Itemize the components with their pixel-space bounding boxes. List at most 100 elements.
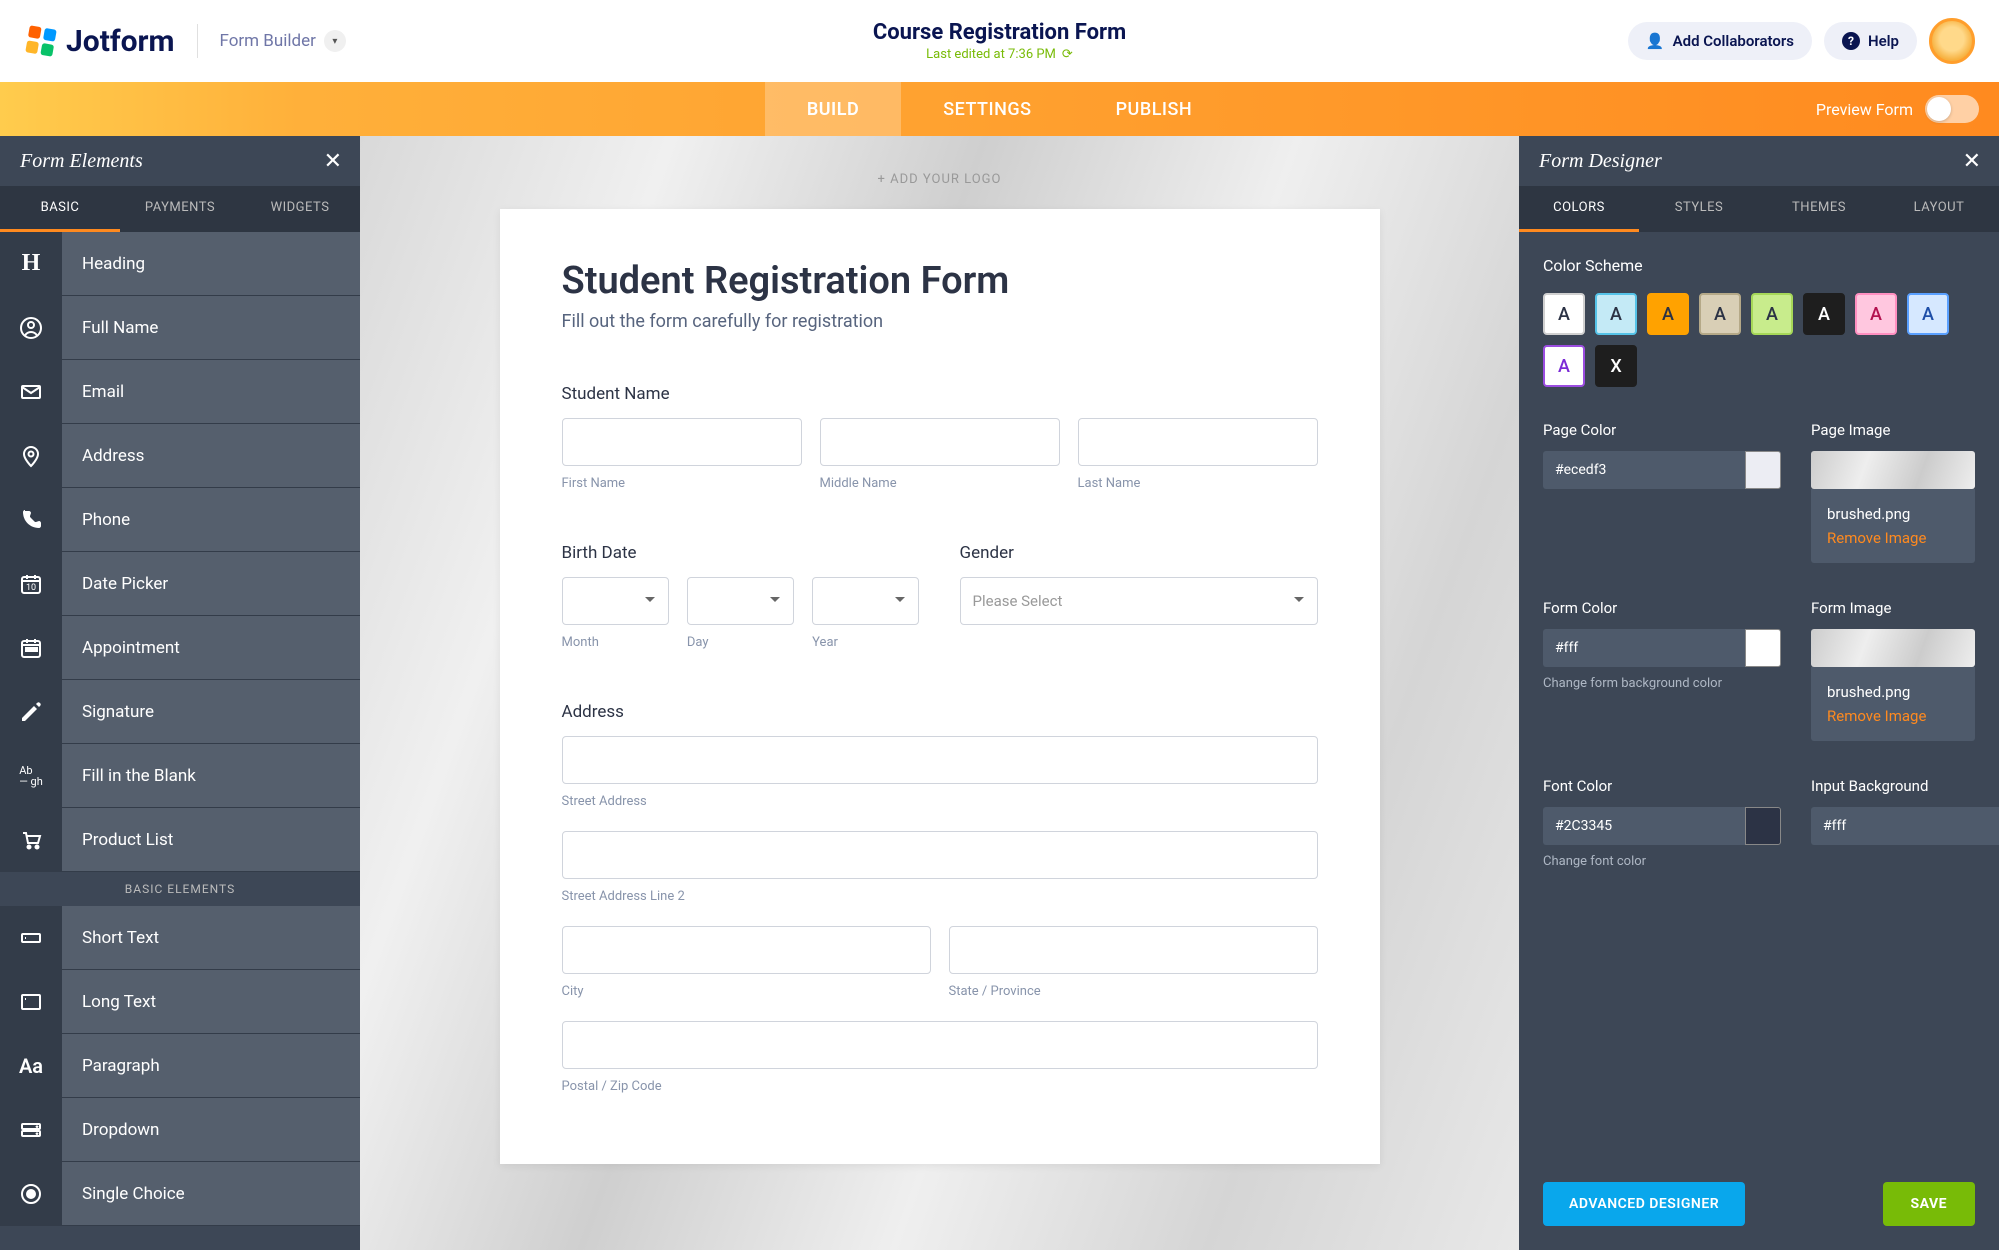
header-center: Course Registration Form Last edited at … — [873, 20, 1126, 62]
header-right: 👤 Add Collaborators ? Help — [1628, 18, 1975, 64]
q-address[interactable]: Address Street Address Street Address Li… — [562, 702, 1318, 1094]
element-item[interactable]: HHeading — [0, 232, 360, 296]
last-edit: Last edited at 7:36 PM ⟳ — [873, 47, 1126, 62]
element-item[interactable]: Dropdown — [0, 1098, 360, 1162]
logo-mark-icon — [24, 24, 58, 58]
color-swatch[interactable]: A — [1803, 293, 1845, 335]
element-item[interactable]: Address — [0, 424, 360, 488]
element-item[interactable]: Ab— ghFill in the Blank — [0, 744, 360, 808]
color-swatch[interactable]: A — [1595, 293, 1637, 335]
street-input[interactable] — [562, 736, 1318, 784]
element-item[interactable]: Long Text — [0, 970, 360, 1034]
element-item[interactable]: Signature — [0, 680, 360, 744]
short-icon — [0, 906, 62, 969]
gender-select[interactable]: Please Select — [960, 577, 1318, 625]
middle-name-input[interactable] — [820, 418, 1060, 466]
city-input[interactable] — [562, 926, 931, 974]
postal-input[interactable] — [562, 1021, 1318, 1069]
page-color-input[interactable] — [1543, 451, 1781, 489]
element-item[interactable]: Phone — [0, 488, 360, 552]
color-swatch[interactable]: A — [1543, 345, 1585, 387]
form-canvas[interactable]: + ADD YOUR LOGO Student Registration For… — [360, 136, 1519, 1250]
phone-icon — [0, 488, 62, 551]
remove-form-image[interactable]: Remove Image — [1827, 707, 1959, 725]
H-icon: H — [0, 232, 62, 295]
remove-page-image[interactable]: Remove Image — [1827, 529, 1959, 547]
month-select[interactable] — [562, 577, 669, 625]
form-card: Student Registration Form Fill out the f… — [500, 209, 1380, 1164]
avatar[interactable] — [1929, 18, 1975, 64]
cal-icon — [0, 616, 62, 679]
add-collaborators-button[interactable]: 👤 Add Collaborators — [1628, 22, 1812, 60]
close-icon[interactable]: ✕ — [324, 149, 342, 174]
tab-settings[interactable]: SETTINGS — [901, 82, 1073, 136]
left-tab-widgets[interactable]: WIDGETS — [240, 186, 360, 232]
q-birth-gender[interactable]: Birth Date Month Day Year Gender Please … — [562, 543, 1318, 650]
element-item[interactable]: 10Date Picker — [0, 552, 360, 616]
cart-icon — [0, 808, 62, 871]
sig-icon — [0, 680, 62, 743]
font-color-input[interactable] — [1543, 807, 1781, 845]
color-swatch[interactable]: A — [1699, 293, 1741, 335]
add-logo-button[interactable]: + ADD YOUR LOGO — [878, 160, 1002, 209]
element-item[interactable]: Appointment — [0, 616, 360, 680]
help-button[interactable]: ? Help — [1824, 22, 1917, 60]
form-image-preview[interactable] — [1811, 629, 1975, 667]
elements-list[interactable]: HHeadingFull NameEmailAddressPhone10Date… — [0, 232, 360, 1250]
date-icon: 10 — [0, 552, 62, 615]
brand-text: Jotform — [66, 24, 175, 59]
form-subheading[interactable]: Fill out the form carefully for registra… — [562, 311, 1318, 332]
right-tab-layout[interactable]: LAYOUT — [1879, 186, 1999, 232]
day-select[interactable] — [687, 577, 794, 625]
right-footer: ADVANCED DESIGNER SAVE — [1519, 1164, 1999, 1250]
page-image-preview[interactable] — [1811, 451, 1975, 489]
street2-input[interactable] — [562, 831, 1318, 879]
form-color-input[interactable] — [1543, 629, 1781, 667]
close-icon[interactable]: ✕ — [1963, 149, 1981, 174]
advanced-designer-button[interactable]: ADVANCED DESIGNER — [1543, 1182, 1745, 1226]
tab-build[interactable]: BUILD — [765, 82, 901, 136]
pin-icon — [0, 424, 62, 487]
year-select[interactable] — [812, 577, 919, 625]
page-title[interactable]: Course Registration Form — [873, 20, 1126, 45]
logo[interactable]: Jotform — [24, 24, 175, 59]
input-bg-input[interactable] — [1811, 807, 1999, 845]
build-tabs: BUILD SETTINGS PUBLISH Preview Form — [0, 82, 1999, 136]
left-tab-basic[interactable]: BASIC — [0, 186, 120, 232]
element-item[interactable]: Single Choice — [0, 1162, 360, 1226]
right-tabs: COLORS STYLES THEMES LAYOUT — [1519, 186, 1999, 232]
toggle-switch[interactable] — [1925, 95, 1979, 123]
color-chip[interactable] — [1745, 807, 1781, 845]
form-builder-dropdown[interactable]: Form Builder ▾ — [220, 30, 346, 52]
refresh-icon[interactable]: ⟳ — [1062, 47, 1073, 62]
color-swatch[interactable]: A — [1907, 293, 1949, 335]
element-item[interactable]: AaParagraph — [0, 1034, 360, 1098]
color-swatch[interactable]: A — [1543, 293, 1585, 335]
form-heading[interactable]: Student Registration Form — [562, 259, 1318, 303]
element-item[interactable]: Product List — [0, 808, 360, 872]
last-name-input[interactable] — [1078, 418, 1318, 466]
element-item[interactable]: Short Text — [0, 906, 360, 970]
long-icon — [0, 970, 62, 1033]
right-tab-themes[interactable]: THEMES — [1759, 186, 1879, 232]
element-item[interactable]: Full Name — [0, 296, 360, 360]
color-swatch[interactable]: X — [1595, 345, 1637, 387]
color-swatch[interactable]: A — [1855, 293, 1897, 335]
color-swatch[interactable]: A — [1751, 293, 1793, 335]
left-tab-payments[interactable]: PAYMENTS — [120, 186, 240, 232]
q-student-name[interactable]: Student Name First Name Middle Name Last… — [562, 384, 1318, 491]
color-chip[interactable] — [1745, 629, 1781, 667]
first-name-input[interactable] — [562, 418, 802, 466]
state-input[interactable] — [949, 926, 1318, 974]
preview-form-toggle[interactable]: Preview Form — [1816, 82, 1979, 136]
tab-publish[interactable]: PUBLISH — [1074, 82, 1235, 136]
element-item[interactable]: Email — [0, 360, 360, 424]
Aa-icon: Aa — [0, 1034, 62, 1097]
right-tab-colors[interactable]: COLORS — [1519, 186, 1639, 232]
left-panel-header: Form Elements ✕ — [0, 136, 360, 186]
color-swatch[interactable]: A — [1647, 293, 1689, 335]
right-tab-styles[interactable]: STYLES — [1639, 186, 1759, 232]
mail-icon — [0, 360, 62, 423]
color-chip[interactable] — [1745, 451, 1781, 489]
save-button[interactable]: SAVE — [1883, 1182, 1976, 1226]
